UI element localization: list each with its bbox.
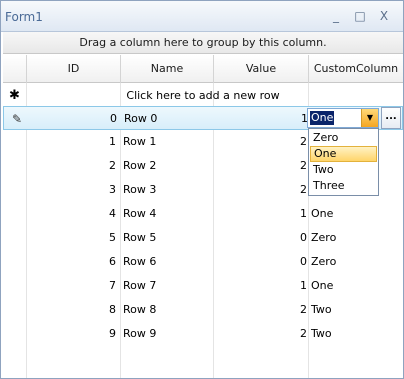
dropdown-option[interactable]: Zero: [310, 130, 377, 146]
cell-value[interactable]: 1: [215, 274, 308, 298]
dropdown-option[interactable]: Three: [310, 178, 377, 194]
table-row[interactable]: 7 Row 7 1 One: [3, 274, 403, 298]
data-grid[interactable]: Drag a column here to group by this colu…: [3, 32, 403, 378]
close-button[interactable]: X: [375, 8, 393, 24]
cell-id[interactable]: 4: [27, 202, 119, 226]
column-header-name[interactable]: Name: [121, 55, 214, 83]
cell-id[interactable]: 5: [27, 226, 119, 250]
cell-name[interactable]: Row 8: [122, 298, 214, 322]
group-panel[interactable]: Drag a column here to group by this colu…: [3, 32, 403, 54]
cell-id[interactable]: 9: [27, 322, 119, 346]
cell-name[interactable]: Row 1: [122, 130, 214, 154]
cell-value[interactable]: 2: [215, 130, 308, 154]
title-bar[interactable]: Form1 _ □ X: [1, 1, 403, 32]
cell-customcolumn[interactable]: One: [310, 274, 400, 298]
column-header-value[interactable]: Value: [214, 55, 309, 83]
combo-selected-text[interactable]: One: [310, 111, 335, 125]
cell-name[interactable]: Row 0: [123, 107, 215, 131]
dropdown-option-highlighted[interactable]: One: [310, 146, 377, 162]
cell-name[interactable]: Row 2: [122, 154, 214, 178]
cell-value[interactable]: 2: [215, 178, 308, 202]
table-row[interactable]: 9 Row 9 2 Two: [3, 322, 403, 346]
cell-name[interactable]: Row 9: [122, 322, 214, 346]
column-header-customcolumn[interactable]: CustomColumn: [309, 55, 403, 83]
cell-id[interactable]: 2: [27, 154, 119, 178]
cell-value[interactable]: 1: [216, 107, 309, 131]
form-window: Form1 _ □ X Drag a column here to group …: [0, 0, 404, 379]
cell-name[interactable]: Row 7: [122, 274, 214, 298]
cell-id[interactable]: 3: [27, 178, 119, 202]
column-header-id[interactable]: ID: [27, 55, 121, 83]
cell-name[interactable]: Row 6: [122, 250, 214, 274]
column-header-row: ID Name Value CustomColumn: [3, 55, 403, 83]
cell-name[interactable]: Row 5: [122, 226, 214, 250]
cell-value[interactable]: 2: [215, 298, 308, 322]
chevron-down-icon[interactable]: ▼: [361, 109, 378, 127]
customcolumn-combo-editor[interactable]: One ▼: [307, 108, 379, 128]
cell-id[interactable]: 8: [27, 298, 119, 322]
table-row[interactable]: 6 Row 6 0 Zero: [3, 250, 403, 274]
cell-customcolumn[interactable]: Two: [310, 322, 400, 346]
cell-id[interactable]: 1: [27, 130, 119, 154]
maximize-button[interactable]: □: [351, 8, 369, 24]
table-row[interactable]: 4 Row 4 1 One: [3, 202, 403, 226]
cell-id[interactable]: 6: [27, 250, 119, 274]
cell-value[interactable]: 2: [215, 154, 308, 178]
table-row[interactable]: 5 Row 5 0 Zero: [3, 226, 403, 250]
minimize-button[interactable]: _: [327, 8, 345, 24]
ellipsis-button[interactable]: ...: [381, 107, 401, 129]
new-row[interactable]: ✱ Click here to add a new row: [3, 84, 403, 108]
window-title: Form1: [5, 10, 43, 24]
cell-customcolumn[interactable]: Zero: [310, 250, 400, 274]
cell-value[interactable]: 1: [215, 202, 308, 226]
cell-name[interactable]: Row 3: [122, 178, 214, 202]
cell-id[interactable]: 7: [27, 274, 119, 298]
row-header-corner: [3, 55, 27, 83]
new-row-label: Click here to add a new row: [126, 89, 280, 102]
combo-dropdown-list[interactable]: Zero One Two Three: [308, 128, 379, 196]
cell-customcolumn[interactable]: Two: [310, 298, 400, 322]
dropdown-option[interactable]: Two: [310, 162, 377, 178]
pencil-icon: ✎: [12, 112, 23, 126]
cell-value[interactable]: 0: [215, 226, 308, 250]
cell-customcolumn[interactable]: Zero: [310, 226, 400, 250]
cell-value[interactable]: 0: [215, 250, 308, 274]
cell-value[interactable]: 2: [215, 322, 308, 346]
cell-name[interactable]: Row 4: [122, 202, 214, 226]
cell-customcolumn[interactable]: One: [310, 202, 400, 226]
cell-id[interactable]: 0: [28, 107, 120, 131]
table-row[interactable]: 8 Row 8 2 Two: [3, 298, 403, 322]
